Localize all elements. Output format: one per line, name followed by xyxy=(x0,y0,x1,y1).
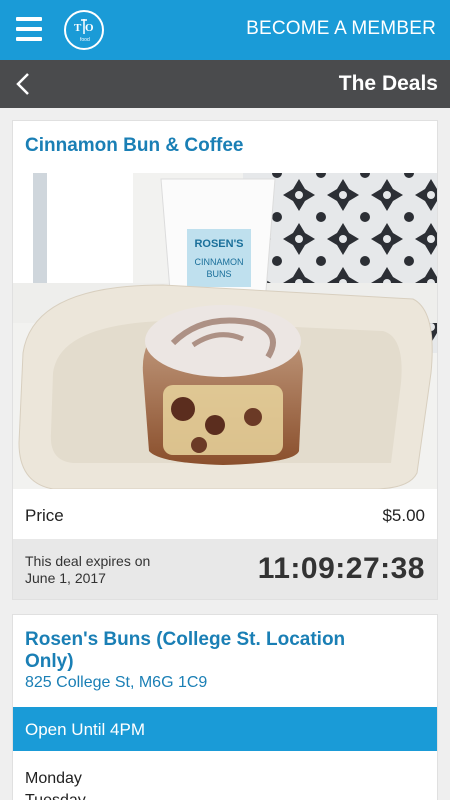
expiry-date: June 1, 2017 xyxy=(25,570,106,586)
become-member-button[interactable]: BECOME A MEMBER xyxy=(246,18,436,40)
svg-text:food: food xyxy=(80,37,90,43)
cup-label-line3: BUNS xyxy=(206,269,231,279)
location-name[interactable]: Rosen's Buns (College St. Location Only) xyxy=(25,629,365,673)
hours-bar: Open Until 4PM xyxy=(13,707,437,751)
deal-title: Cinnamon Bun & Coffee xyxy=(25,135,244,156)
deal-card: Cinnamon Bun & Coffee ROSEN'S CINNAMON B… xyxy=(12,120,438,600)
cup-label-line1: ROSEN'S xyxy=(194,238,243,250)
location-address[interactable]: 825 College St, M6G 1C9 xyxy=(25,674,207,692)
location-card: Rosen's Buns (College St. Location Only)… xyxy=(12,614,438,800)
expiry-panel: This deal expires on June 1, 2017 11:09:… xyxy=(13,539,437,599)
expiry-text: This deal expires on June 1, 2017 xyxy=(25,553,175,587)
to-food-logo-icon[interactable]: T O food xyxy=(64,10,104,50)
deal-photo: ROSEN'S CINNAMON BUNS xyxy=(13,173,437,489)
svg-text:O: O xyxy=(85,22,94,34)
hamburger-menu-icon[interactable] xyxy=(16,17,42,41)
expiry-label: This deal expires on xyxy=(25,553,151,569)
price-label: Price xyxy=(25,506,64,525)
svg-text:T: T xyxy=(74,22,82,34)
day-tuesday: Tuesday xyxy=(25,792,86,800)
day-monday: Monday xyxy=(25,770,82,787)
price-value: $5.00 xyxy=(382,506,425,525)
cup-label-line2: CINNAMON xyxy=(195,257,244,267)
page-header-bar: The Deals xyxy=(0,60,450,108)
chevron-left-icon[interactable] xyxy=(14,72,34,96)
hours-label: Open Until 4PM xyxy=(25,720,145,739)
countdown-timer: 11:09:27:38 xyxy=(257,552,425,585)
top-app-bar: T O food BECOME A MEMBER xyxy=(0,0,450,60)
page-title: The Deals xyxy=(338,72,438,95)
